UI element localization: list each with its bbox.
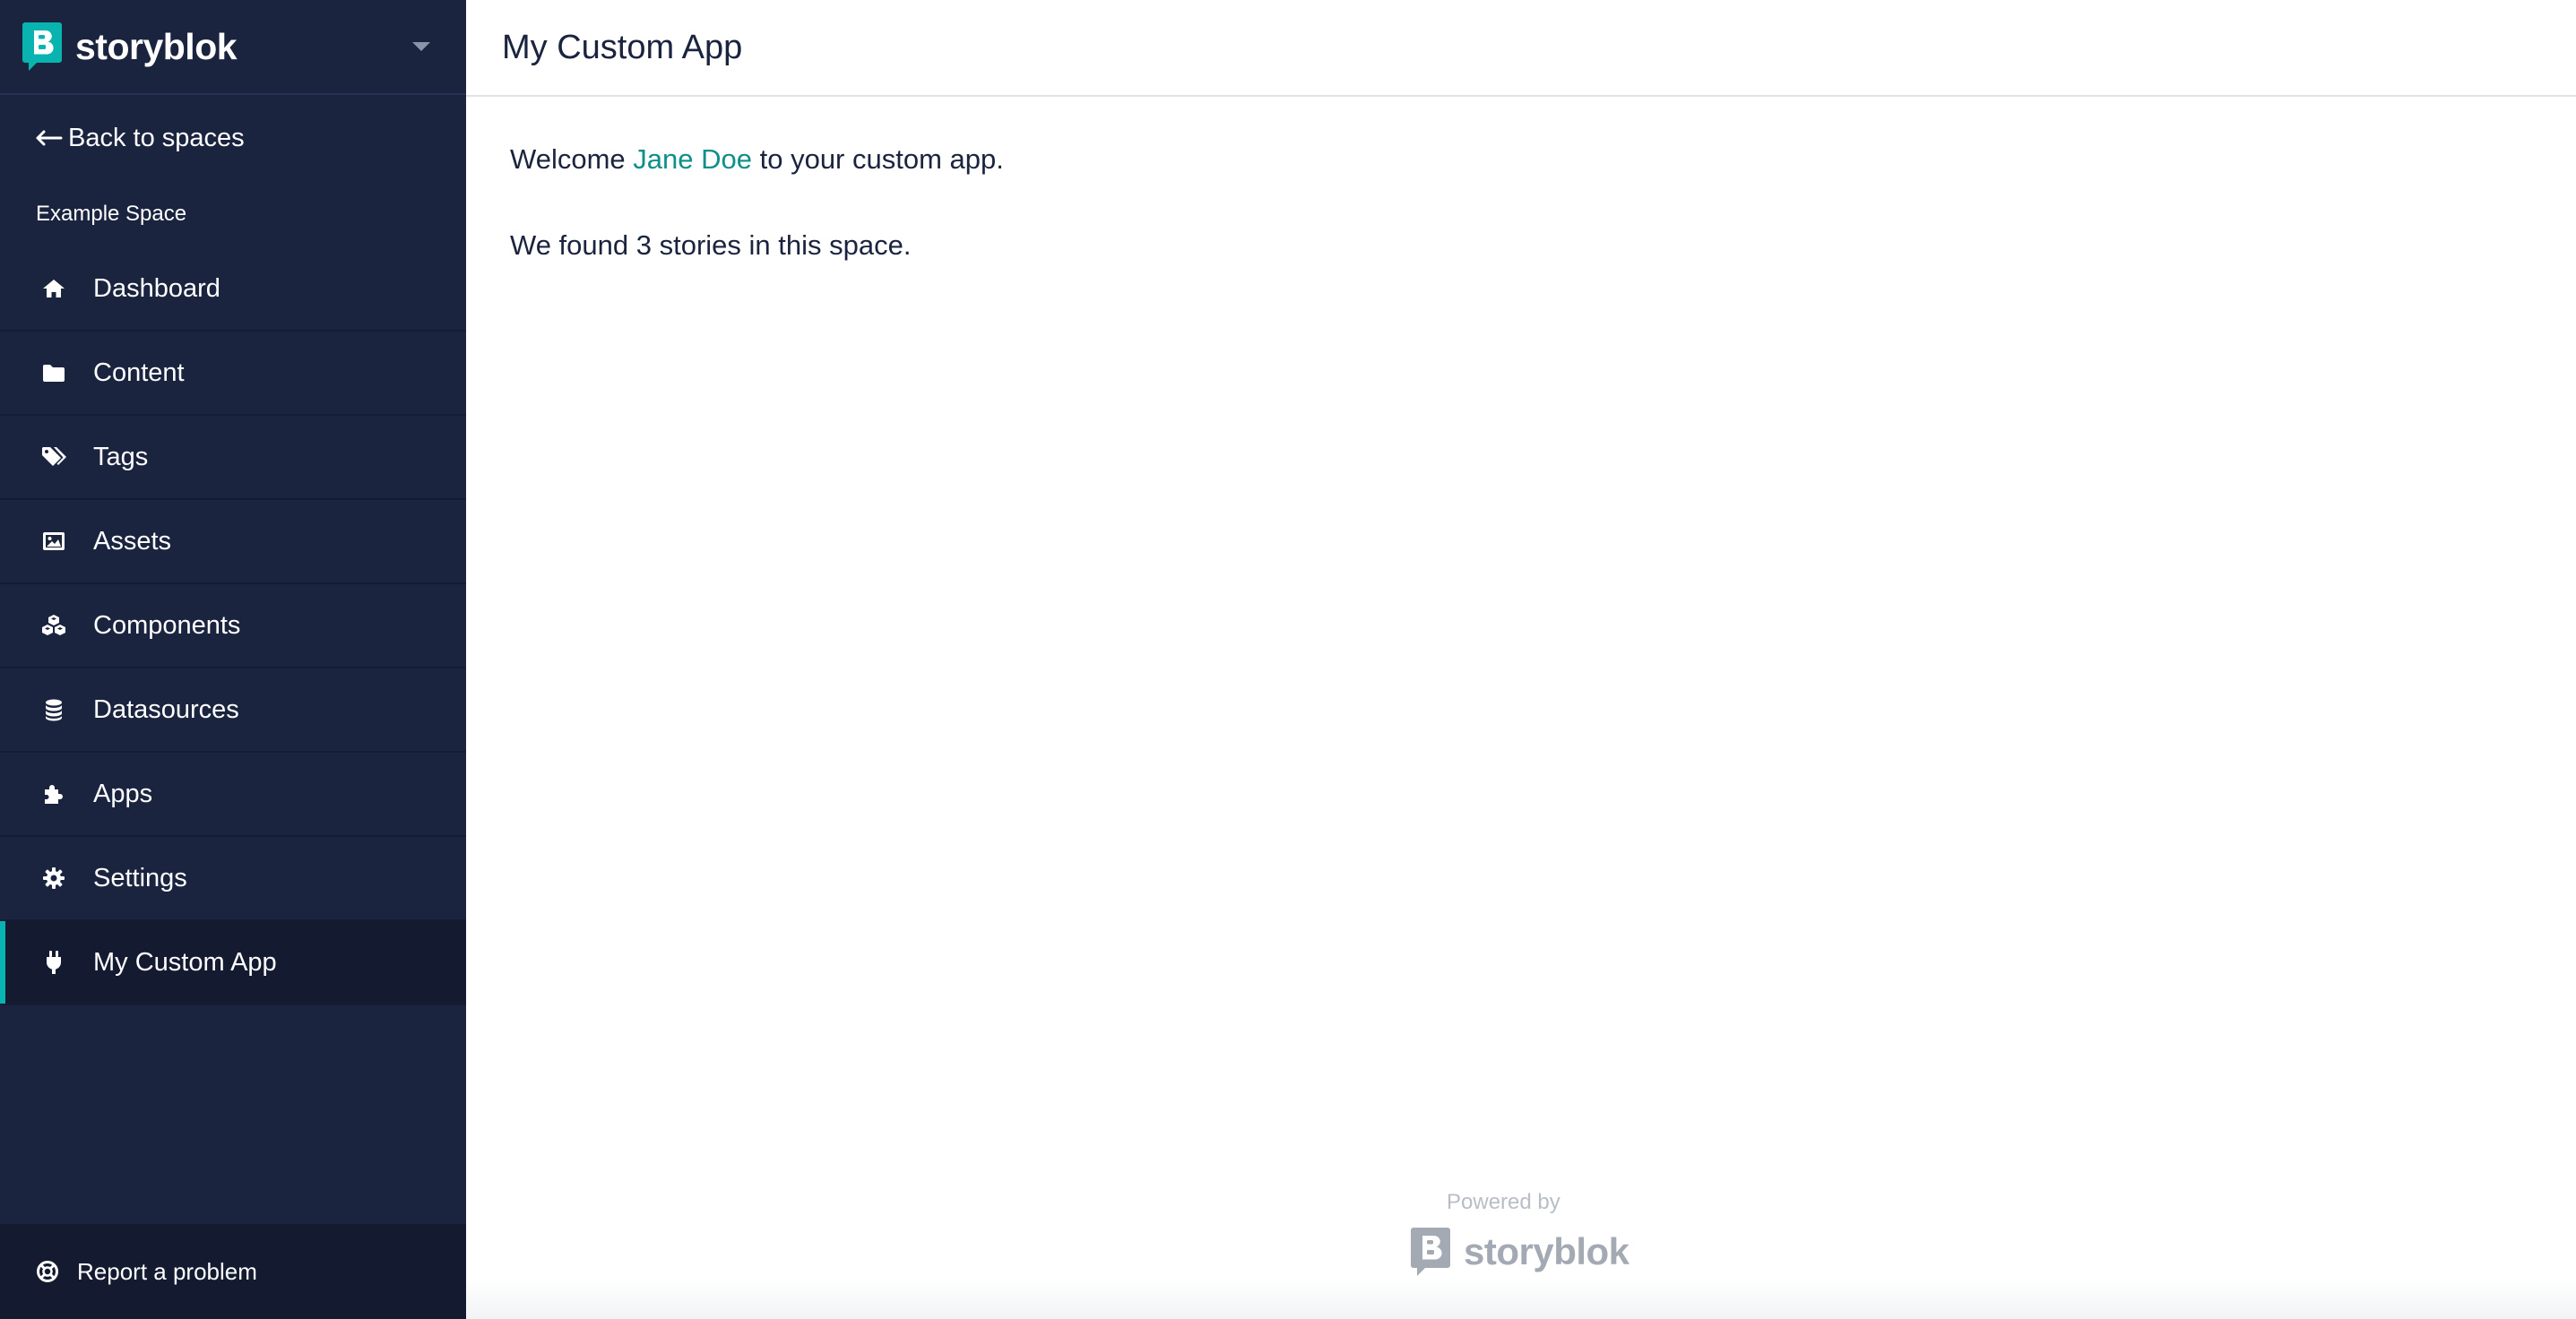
sidebar-item-settings[interactable]: Settings <box>0 837 466 921</box>
welcome-message: Welcome Jane Doe to your custom app. <box>510 142 2576 177</box>
gear-icon <box>39 864 68 892</box>
sidebar-item-label: Tags <box>93 442 149 471</box>
sidebar-item-label: Assets <box>93 526 172 556</box>
powered-by-brand-name: storyblok <box>1464 1230 1629 1272</box>
tags-icon <box>39 443 68 471</box>
lifebuoy-icon <box>37 1261 58 1282</box>
home-icon <box>39 274 68 303</box>
sidebar-item-label: Datasources <box>93 694 239 724</box>
space-switcher[interactable]: storyblok <box>0 0 466 95</box>
sidebar-item-label: Components <box>93 610 241 640</box>
plug-icon <box>39 948 68 977</box>
brand-name: storyblok <box>75 25 238 67</box>
sidebar-item-label: Dashboard <box>93 273 220 303</box>
page-title: My Custom App <box>502 28 743 66</box>
puzzle-icon <box>39 780 68 808</box>
folder-icon <box>39 358 68 387</box>
welcome-suffix: to your custom app. <box>759 143 1004 175</box>
storyblok-logo-icon <box>22 22 62 71</box>
sidebar-item-label: My Custom App <box>93 947 277 977</box>
sidebar-item-content[interactable]: Content <box>0 332 466 416</box>
powered-by-logo: storyblok <box>1408 1226 1629 1278</box>
back-to-spaces-label: Back to spaces <box>68 123 245 152</box>
welcome-prefix: Welcome <box>510 143 626 175</box>
storyblok-logo-icon <box>1411 1228 1450 1276</box>
sidebar-item-apps[interactable]: Apps <box>0 753 466 837</box>
app-window: storyblok Back to spaces Example Space D… <box>0 0 2576 1319</box>
space-name: Example Space <box>36 202 187 226</box>
chevron-down-icon[interactable] <box>411 40 432 53</box>
stories-count-message: We found 3 stories in this space. <box>510 229 912 261</box>
user-name-link[interactable]: Jane Doe <box>633 143 752 175</box>
sidebar-item-dashboard[interactable]: Dashboard <box>0 247 466 332</box>
report-problem-label: Report a problem <box>77 1257 257 1285</box>
sidebar: storyblok Back to spaces Example Space D… <box>0 0 466 1319</box>
report-problem-button[interactable]: Report a problem <box>0 1224 466 1319</box>
sidebar-item-my-custom-app[interactable]: My Custom App <box>0 921 466 1005</box>
sidebar-item-tags[interactable]: Tags <box>0 416 466 500</box>
main-panel: My Custom App Welcome Jane Doe to your c… <box>466 0 2576 1319</box>
cubes-icon <box>39 611 68 640</box>
main-header: My Custom App <box>466 0 2576 97</box>
sidebar-item-assets[interactable]: Assets <box>0 500 466 584</box>
back-to-spaces-link[interactable]: Back to spaces <box>0 95 466 181</box>
powered-by-label: Powered by <box>1447 1190 1560 1214</box>
image-icon <box>39 527 68 556</box>
sidebar-item-components[interactable]: Components <box>0 584 466 668</box>
arrow-left-icon <box>36 130 63 146</box>
database-icon <box>39 695 68 724</box>
sidebar-nav: Dashboard Content Tags Assets Components… <box>0 247 466 1005</box>
sidebar-item-datasources[interactable]: Datasources <box>0 668 466 753</box>
app-content: Welcome Jane Doe to your custom app. We … <box>466 97 2576 263</box>
sidebar-item-label: Settings <box>93 863 187 892</box>
sidebar-item-label: Content <box>93 358 185 387</box>
sidebar-item-label: Apps <box>93 779 153 808</box>
